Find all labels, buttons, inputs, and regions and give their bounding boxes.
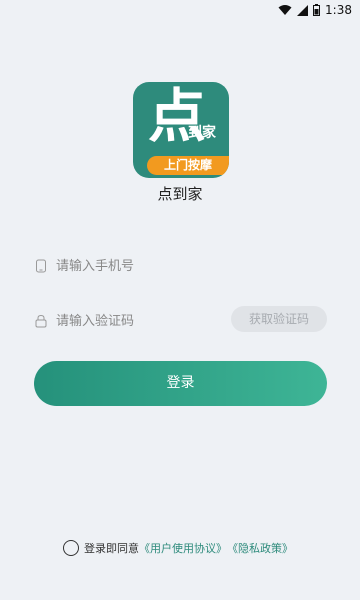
battery-icon [313, 4, 321, 16]
phone-icon [36, 259, 46, 273]
agreement-checkbox[interactable] [63, 540, 79, 556]
phone-field [34, 255, 236, 277]
code-field [34, 310, 224, 332]
logo-band-text: 上门按摩 [147, 156, 229, 175]
logo-sub-text: 到家 [188, 125, 216, 141]
code-input[interactable] [56, 310, 221, 332]
app-name: 点到家 [157, 185, 203, 203]
status-time: 1:38 [325, 3, 352, 17]
wifi-icon [278, 5, 292, 15]
privacy-policy-link[interactable]: 《隐私政策》 [227, 540, 293, 556]
phone-input[interactable] [56, 255, 236, 277]
app-logo: 点 到家 上门按摩 [133, 82, 229, 178]
login-button[interactable]: 登录 [34, 361, 327, 406]
agreement-prefix: 登录即同意 [84, 542, 139, 555]
get-code-button[interactable]: 获取验证码 [231, 306, 327, 332]
user-agreement-link[interactable]: 《用户使用协议》 [139, 540, 227, 556]
lock-icon [35, 314, 47, 328]
status-bar: 1:38 [0, 0, 360, 20]
status-icons: 1:38 [278, 2, 352, 18]
agreement-row: 登录即同意 《用户使用协议》 《隐私政策》 [63, 538, 293, 558]
signal-icon [297, 4, 309, 16]
